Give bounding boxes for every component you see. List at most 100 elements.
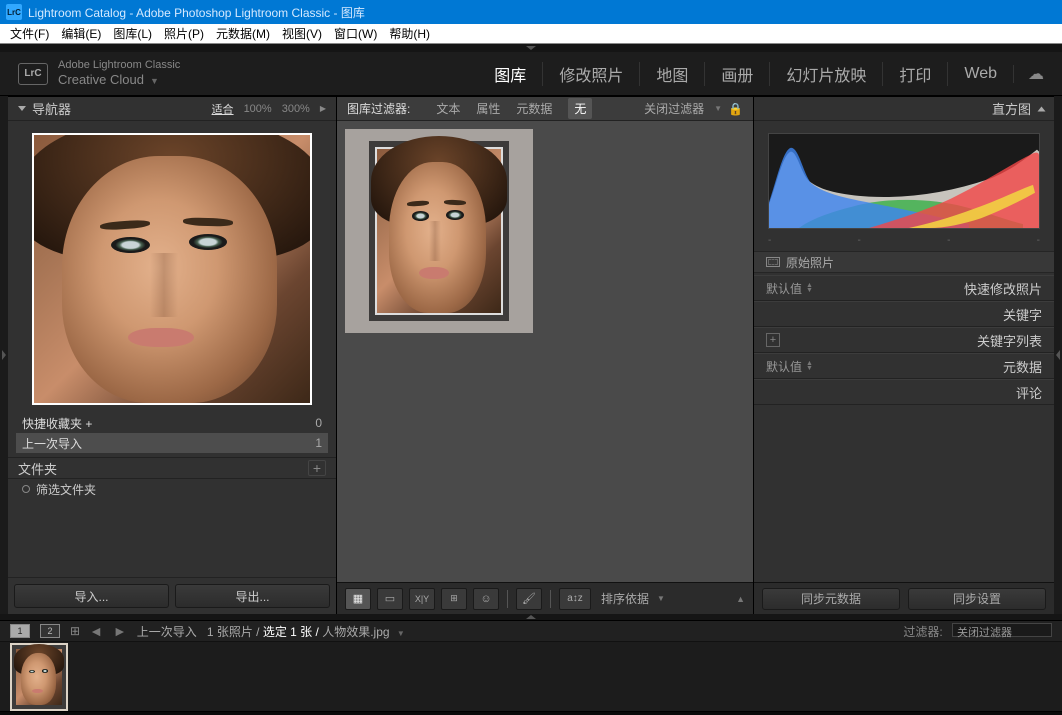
module-print[interactable]: 打印	[883, 62, 948, 86]
filter-close-preset[interactable]: 关闭过滤器	[644, 100, 704, 117]
module-picker-bar: LrC Adobe Lightroom Classic Creative Clo…	[0, 52, 1062, 96]
histogram-panel-header[interactable]: 直方图	[754, 97, 1054, 121]
comments-panel-header[interactable]: 评论	[754, 379, 1054, 405]
menu-help[interactable]: 帮助(H)	[383, 25, 436, 42]
menu-edit[interactable]: 编辑(E)	[55, 25, 107, 42]
crumb-source[interactable]: 上一次导入	[137, 625, 197, 639]
menu-file[interactable]: 文件(F)	[4, 25, 55, 42]
view-compare-button[interactable]: X|Y	[409, 588, 435, 610]
filter-lock-icon[interactable]: 🔒	[728, 102, 743, 116]
filmstrip[interactable]	[0, 642, 1062, 712]
brand-line2: Creative Cloud	[58, 72, 144, 87]
preset-select[interactable]: 默认值	[766, 280, 802, 297]
histogram[interactable]	[768, 133, 1040, 229]
chevron-down-icon[interactable]: ▼	[714, 104, 722, 113]
keywords-title: 关键字	[1003, 305, 1042, 324]
nav-zoom-fit[interactable]: 适合	[212, 101, 234, 117]
grid-view[interactable]	[337, 121, 753, 582]
sync-settings-button[interactable]: 同步设置	[908, 588, 1046, 610]
module-web[interactable]: Web	[948, 65, 1014, 83]
right-panel-toggle[interactable]	[1054, 96, 1062, 614]
brand-text[interactable]: Adobe Lightroom Classic Creative Cloud▼	[58, 59, 180, 88]
window-title: Lightroom Catalog - Adobe Photoshop Ligh…	[28, 4, 365, 21]
brand-logo: LrC	[18, 63, 48, 85]
keyword-list-panel-header[interactable]: + 关键字列表	[754, 327, 1054, 353]
collection-last-import[interactable]: 上一次导入 1	[16, 433, 328, 453]
filmstrip-filter-select[interactable]: 关闭过滤器	[952, 623, 1052, 637]
monitor-2-button[interactable]: 2	[40, 624, 60, 638]
import-button[interactable]: 导入...	[14, 584, 169, 608]
filter-attribute[interactable]: 属性	[476, 100, 500, 117]
cloud-sync-icon[interactable]: ☁	[1028, 64, 1044, 84]
histogram-title: 直方图	[992, 99, 1031, 118]
filter-none[interactable]: 无	[568, 98, 592, 119]
grid-thumbnail[interactable]	[375, 147, 503, 315]
navigator-preview[interactable]	[32, 133, 312, 405]
navigator-title: 导航器	[32, 99, 71, 118]
center-toolbar: ▦ ▭ X|Y ⊞ ☺ 🖌 a↕z 排序依据 ▼ ▲	[337, 582, 753, 614]
original-photo-row[interactable]: 原始照片	[754, 251, 1054, 273]
keyword-list-title: 关键字列表	[977, 331, 1042, 350]
module-develop[interactable]: 修改照片	[543, 62, 640, 86]
view-grid-button[interactable]: ▦	[345, 588, 371, 610]
collection-quick[interactable]: 快捷收藏夹 + 0	[16, 413, 328, 433]
toolbar-more-icon[interactable]: ▲	[736, 594, 745, 604]
folders-panel-header[interactable]: 文件夹 +	[8, 457, 336, 479]
monitor-1-button[interactable]: 1	[10, 624, 30, 638]
grid-thumbnail-cell[interactable]	[345, 129, 533, 333]
menu-metadata[interactable]: 元数据(M)	[210, 25, 276, 42]
app-icon: LrC	[6, 4, 22, 20]
filter-text[interactable]: 文本	[436, 100, 460, 117]
painter-tool-button[interactable]: 🖌	[516, 588, 542, 610]
module-map[interactable]: 地图	[640, 62, 705, 86]
menubar: 文件(F) 编辑(E) 图库(L) 照片(P) 元数据(M) 视图(V) 窗口(…	[0, 24, 1062, 44]
filter-metadata[interactable]: 元数据	[516, 100, 552, 117]
sync-metadata-button[interactable]: 同步元数据	[762, 588, 900, 610]
navigator-panel-header[interactable]: 导航器 适合 100% 300% ▶	[8, 97, 336, 121]
view-loupe-button[interactable]: ▭	[377, 588, 403, 610]
menu-window[interactable]: 窗口(W)	[328, 25, 383, 42]
search-icon	[22, 485, 30, 493]
jump-grid-icon[interactable]: ⊞	[70, 624, 79, 638]
chevron-down-icon[interactable]: ▼	[397, 629, 405, 638]
filmstrip-info-bar: 1 2 ⊞ ◄ ► 上一次导入 1 张照片 / 选定 1 张 / 人物效果.jp…	[0, 620, 1062, 642]
collection-count: 0	[315, 416, 322, 430]
module-book[interactable]: 画册	[705, 62, 770, 86]
metadata-title: 元数据	[1003, 357, 1042, 376]
view-survey-button[interactable]: ⊞	[441, 588, 467, 610]
crumb-selected: 选定 1 张 /	[263, 625, 319, 639]
folders-title: 文件夹	[18, 459, 57, 478]
nav-zoom-300[interactable]: 300%	[282, 103, 310, 115]
stepper-icon[interactable]: ▲▼	[806, 283, 818, 293]
keywords-panel-header[interactable]: 关键字	[754, 301, 1054, 327]
export-button[interactable]: 导出...	[175, 584, 330, 608]
metadata-preset-select[interactable]: 默认值	[766, 358, 802, 375]
folder-filter-row[interactable]: 筛选文件夹	[8, 479, 336, 499]
menu-library[interactable]: 图库(L)	[107, 25, 158, 42]
filmstrip-thumbnail[interactable]	[10, 643, 68, 711]
crumb-count: 1 张照片 /	[207, 625, 260, 639]
folder-filter-label: 筛选文件夹	[36, 481, 96, 498]
add-keyword-button[interactable]: +	[766, 333, 780, 347]
stepper-icon[interactable]: ▲▼	[806, 361, 818, 371]
crumb-file: 人物效果.jpg	[322, 625, 389, 639]
module-library[interactable]: 图库	[478, 62, 543, 86]
menu-photo[interactable]: 照片(P)	[158, 25, 210, 42]
nav-back-button[interactable]: ◄	[89, 623, 103, 639]
nav-zoom-more-icon[interactable]: ▶	[320, 104, 326, 113]
histogram-readout: ----	[754, 233, 1054, 249]
left-panel-toggle[interactable]	[0, 96, 8, 614]
nav-forward-button[interactable]: ►	[113, 623, 127, 639]
module-slideshow[interactable]: 幻灯片放映	[770, 62, 883, 86]
nav-zoom-100[interactable]: 100%	[244, 103, 272, 115]
metadata-panel-header[interactable]: 默认值 ▲▼ 元数据	[754, 353, 1054, 379]
sort-direction-button[interactable]: a↕z	[559, 588, 591, 610]
quick-develop-panel-header[interactable]: 默认值▲▼ 快速修改照片	[754, 275, 1054, 301]
collection-label: 快捷收藏夹 +	[22, 415, 92, 432]
view-people-button[interactable]: ☺	[473, 588, 499, 610]
add-folder-button[interactable]: +	[308, 460, 326, 476]
chevron-down-icon[interactable]: ▼	[657, 594, 665, 603]
sort-label[interactable]: 排序依据	[601, 590, 649, 607]
top-panel-toggle[interactable]	[0, 44, 1062, 52]
menu-view[interactable]: 视图(V)	[276, 25, 328, 42]
